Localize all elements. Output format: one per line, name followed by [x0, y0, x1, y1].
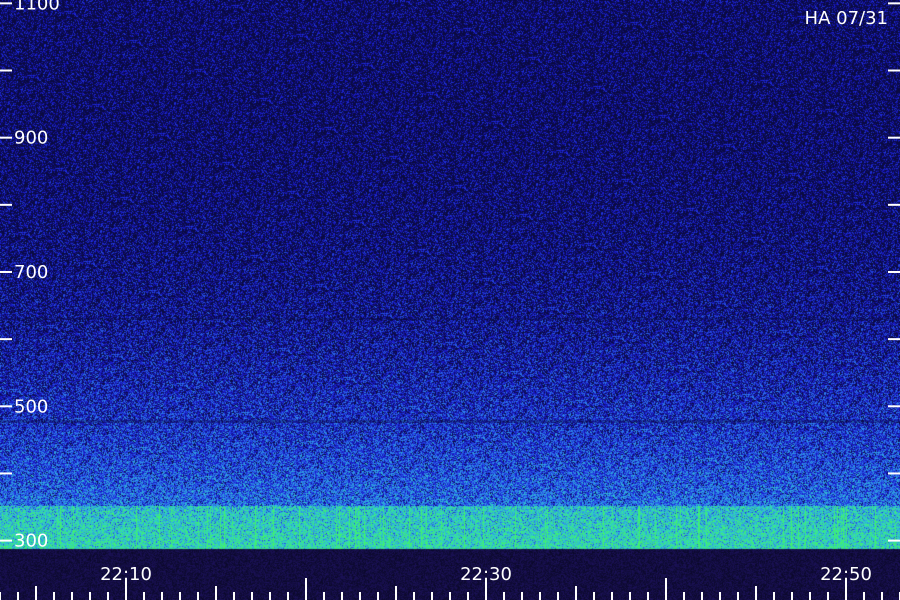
x-axis: 22:10 22:30 22:50	[0, 564, 900, 600]
chart-title: HA 07/31	[805, 8, 888, 29]
y-tick-label: 700	[14, 262, 48, 283]
y-tick-label: 900	[14, 128, 48, 149]
y-tick-label: 300	[14, 531, 48, 552]
y-axis: 300 500 700 900 1100	[0, 0, 900, 552]
x-tick-label: 22:30	[460, 564, 512, 585]
y-tick-label: 500	[14, 396, 48, 417]
chart-overlay: HA 07/31 300 500 700 900 1100 22:10 22:30 22:5…	[0, 0, 900, 600]
x-tick-label: 22:10	[100, 564, 152, 585]
x-tick-label: 22:50	[820, 564, 872, 585]
y-tick-label: 1100	[14, 0, 60, 14]
